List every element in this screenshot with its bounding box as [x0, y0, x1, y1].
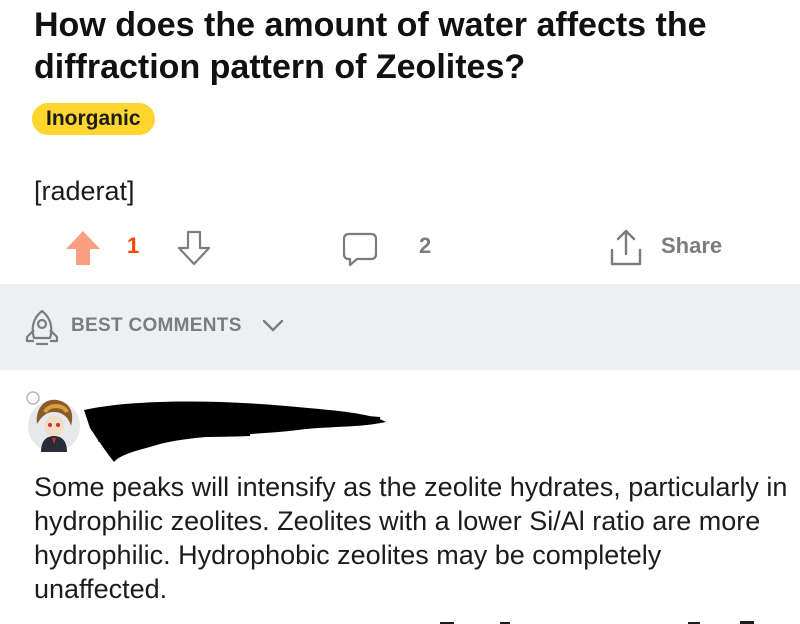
post-page: How does the amount of water affects the…	[0, 0, 800, 624]
share-button[interactable]: Share	[661, 233, 722, 259]
comment-bubble-icon[interactable]	[340, 228, 380, 273]
redacted-username	[84, 401, 386, 462]
share-icon[interactable]	[604, 226, 648, 275]
rocket-icon	[22, 308, 62, 353]
upvote-arrow-icon[interactable]	[63, 228, 103, 273]
comment-sort-bar[interactable]: BEST COMMENTS	[0, 284, 800, 370]
comment: Some peaks will intensify as the zeolite…	[0, 370, 800, 624]
post-body: [raderat]	[34, 176, 135, 206]
comment-text: Some peaks will intensify as the zeolite…	[34, 472, 788, 604]
post-flair[interactable]: Inorganic	[32, 103, 155, 135]
downvote-arrow-icon[interactable]	[174, 228, 214, 273]
cut-off-text-fragment	[440, 621, 754, 624]
post-action-bar: 1 2 Share	[0, 222, 800, 274]
comment-count: 2	[419, 233, 432, 258]
avatar[interactable]	[23, 382, 81, 454]
chevron-down-icon[interactable]	[262, 319, 284, 338]
post-title: How does the amount of water affects the…	[34, 6, 707, 86]
vote-count: 1	[127, 233, 140, 258]
sort-label[interactable]: BEST COMMENTS	[71, 315, 242, 337]
